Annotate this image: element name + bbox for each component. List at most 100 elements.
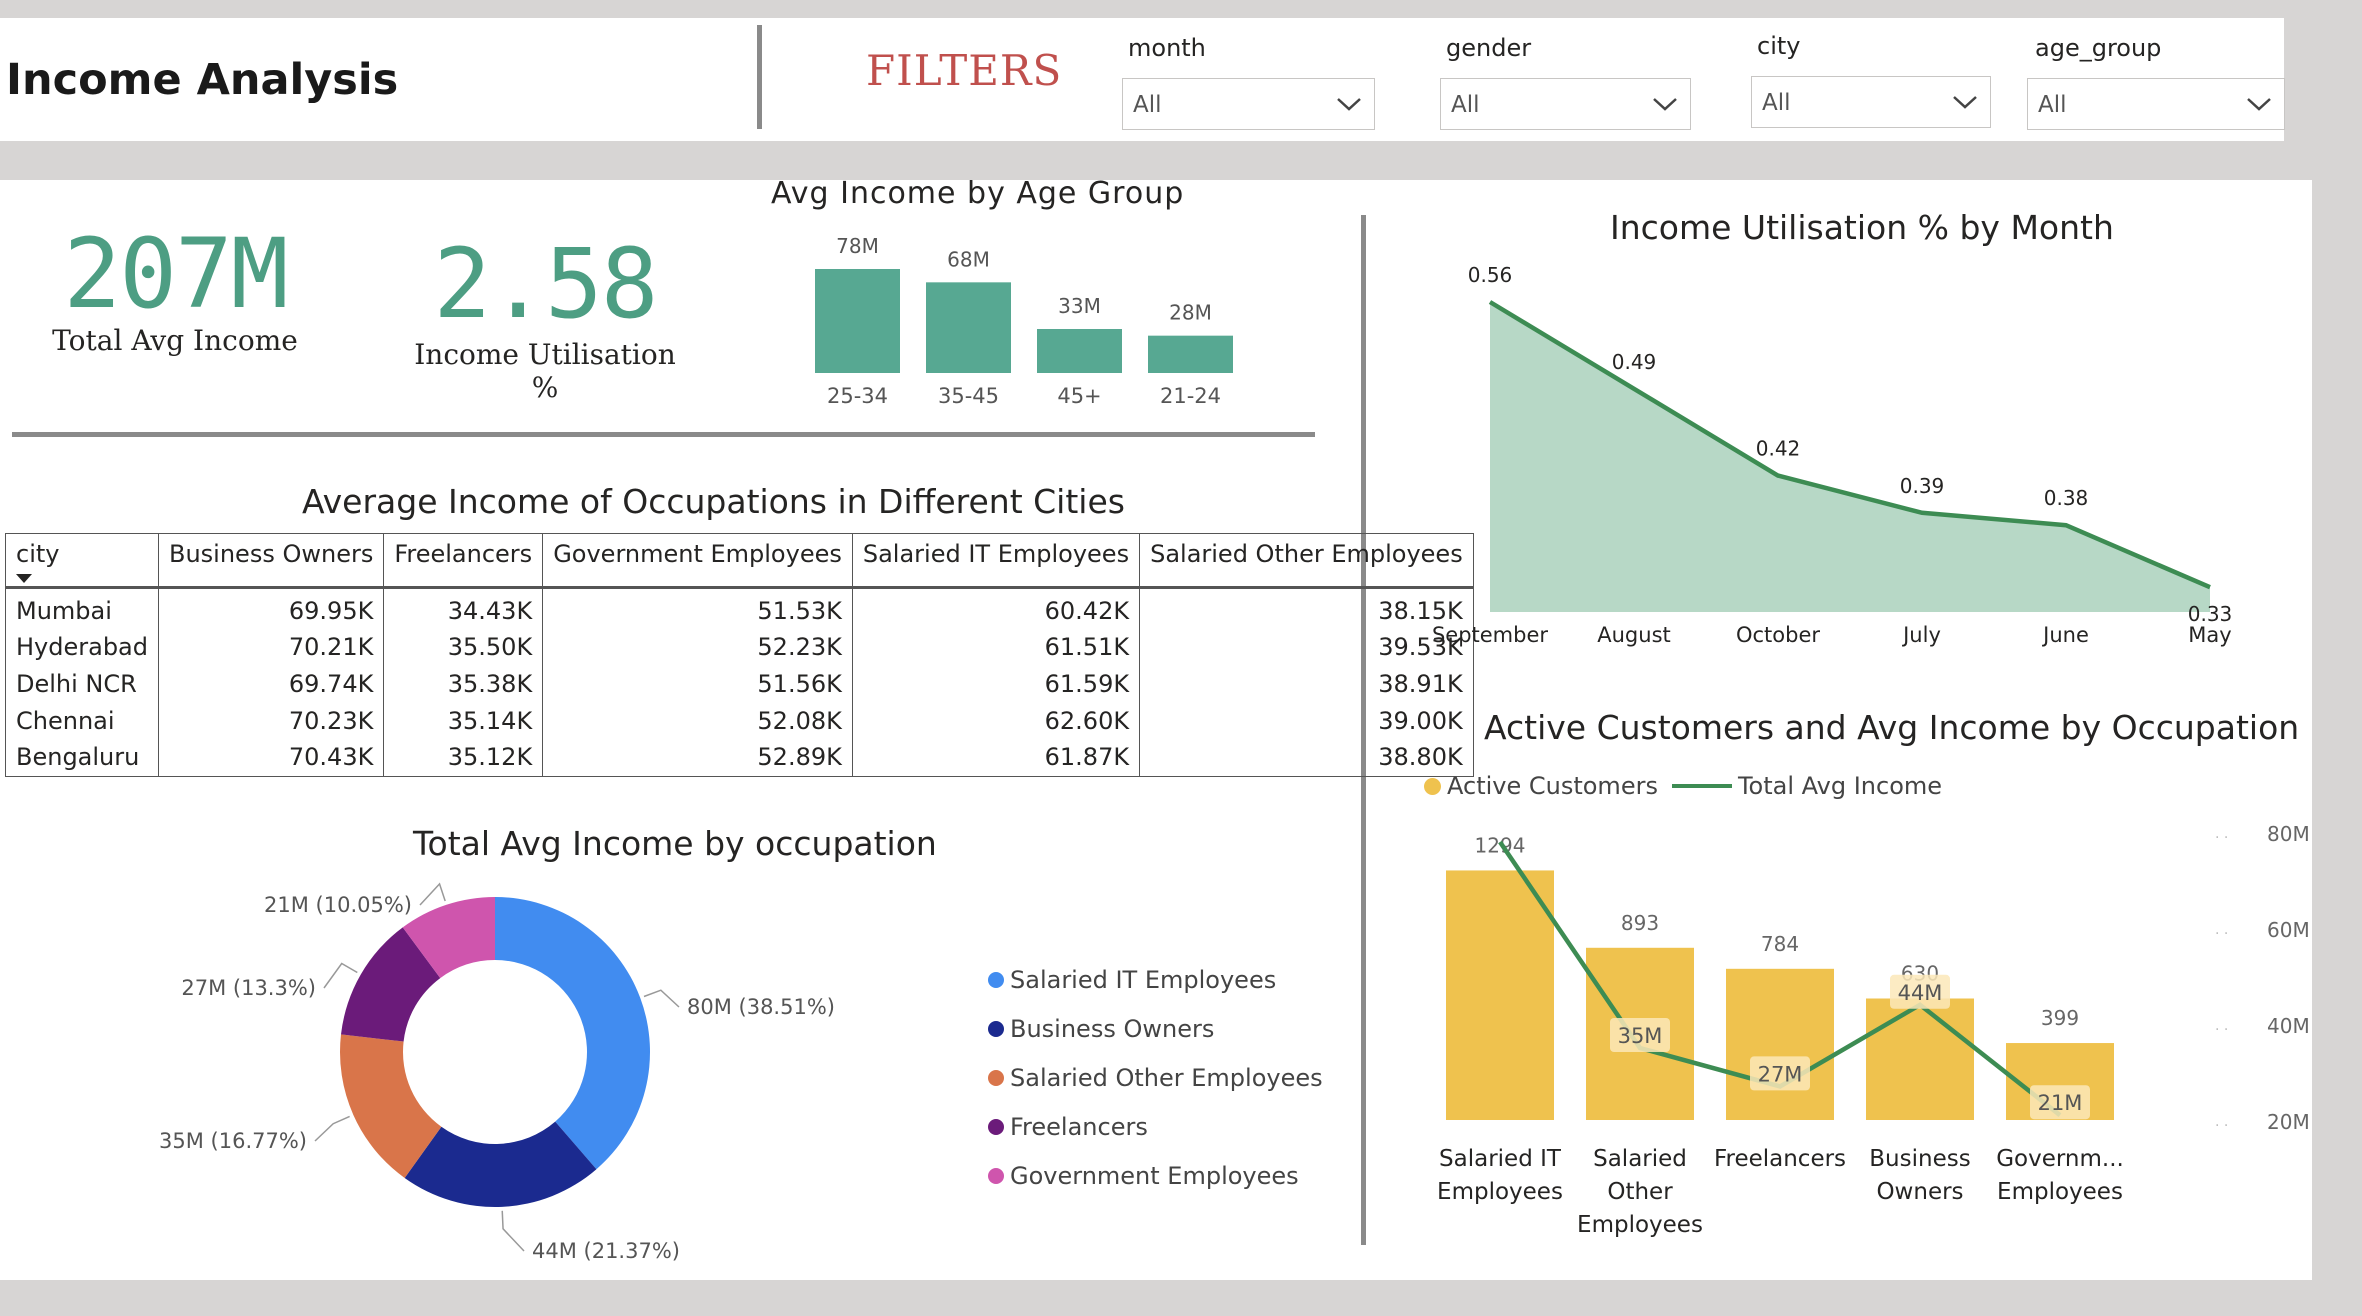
page-title: Income Analysis <box>6 55 399 105</box>
legend-item[interactable]: Active Customers <box>1424 772 1658 800</box>
matrix-col-header[interactable]: Government Employees <box>542 533 853 588</box>
matrix-col-header[interactable]: Business Owners <box>157 533 385 588</box>
area-chart-title: Income Utilisation % by Month <box>1610 208 2114 247</box>
donut-leader-line <box>501 1210 525 1252</box>
age-bar-label: 78M <box>836 234 879 258</box>
kpi-total-avg-income-value: 207M <box>63 218 288 330</box>
area-category-label: June <box>2041 623 2089 647</box>
legend-item[interactable]: Government Employees <box>988 1162 1323 1190</box>
combo-category-label: Employees <box>1997 1179 2123 1205</box>
customers-bar[interactable] <box>1726 968 1834 1120</box>
combo-category-label: Governm... <box>1996 1146 2124 1172</box>
table-row[interactable]: Hyderabad 70.21K 35.50K 52.23K 61.51K 39… <box>5 628 1474 665</box>
age-bar[interactable] <box>1037 329 1122 373</box>
legend-dot <box>1424 777 1441 795</box>
matrix-cell: 70.43K <box>157 739 385 777</box>
legend-label: Freelancers <box>1010 1113 1148 1141</box>
combo-category-label: Salaried <box>1593 1146 1687 1172</box>
donut-slice[interactable] <box>495 897 650 1170</box>
donut-title: Total Avg Income by occupation <box>413 824 937 863</box>
matrix-cell: 62.60K <box>851 702 1141 739</box>
table-row[interactable]: Bengaluru 70.43K 35.12K 52.89K 61.87K 38… <box>5 739 1474 777</box>
kpi-income-utilisation[interactable]: 2.58 Income Utilisation % <box>400 228 690 404</box>
combo-category-label: Freelancers <box>1714 1146 1846 1172</box>
age-group-bar-chart[interactable]: 78M 25-34 68M 35-45 33M 45+ 28M 21-24 <box>780 220 1260 420</box>
area-data-label: 0.38 <box>2044 486 2089 510</box>
legend-item[interactable]: Freelancers <box>988 1113 1323 1141</box>
matrix-cell: 61.59K <box>851 665 1141 702</box>
matrix-col-header[interactable]: Salaried IT Employees <box>851 533 1141 588</box>
kpi-income-utilisation-value: 2.58 <box>433 228 658 340</box>
customers-bar[interactable] <box>1446 870 1554 1120</box>
y2-tick-label: 20M <box>2267 1110 2310 1134</box>
y2-tick-dots: . . <box>2215 1018 2228 1034</box>
matrix-title: Average Income of Occupations in Differe… <box>302 482 1125 521</box>
age-bar[interactable] <box>1148 335 1233 373</box>
legend-item[interactable]: Salaried IT Employees <box>988 966 1323 994</box>
legend-label: Salaried Other Employees <box>1010 1064 1323 1092</box>
table-row[interactable]: Delhi NCR 69.74K 35.38K 51.56K 61.59K 38… <box>5 665 1474 702</box>
age-bar-label: 33M <box>1058 294 1101 318</box>
legend-label: Salaried IT Employees <box>1010 966 1277 994</box>
legend-item[interactable]: Business Owners <box>988 1015 1323 1043</box>
utilisation-area-chart[interactable]: 0.56 September 0.49 August 0.42 October 0.39 Ju… <box>1410 260 2290 660</box>
income-matrix-table: city Business Owners Freelancers Governm… <box>5 533 1474 777</box>
occupation-donut-chart[interactable]: 80M (38.51%) 44M (21.37%) 35M (16.77%) 27M … <box>150 880 850 1280</box>
matrix-cell: 70.21K <box>157 628 385 665</box>
matrix-cell: 38.91K <box>1139 665 1474 702</box>
age-bar[interactable] <box>926 282 1011 373</box>
avg-income-data-label: 21M <box>2038 1091 2083 1115</box>
combo-chart-title: Active Customers and Avg Income by Occup… <box>1484 708 2300 747</box>
legend-item[interactable]: Total Avg Income <box>1671 772 1942 800</box>
legend-dot <box>988 1119 1004 1135</box>
kpi-income-utilisation-label: Income Utilisation % <box>414 338 676 404</box>
matrix-cell: 38.80K <box>1139 739 1474 777</box>
table-row[interactable]: Chennai 70.23K 35.14K 52.08K 62.60K 39.0… <box>5 702 1474 739</box>
slicer-label-city: city <box>1757 32 1801 60</box>
matrix-cell: 61.87K <box>851 739 1141 777</box>
section-divider-horizontal <box>12 432 1315 437</box>
donut-data-label: 44M (21.37%) <box>532 1239 680 1263</box>
avg-income-data-label: 44M <box>1898 981 1943 1005</box>
age-category-label: 25-34 <box>827 384 888 408</box>
combo-category-label: Employees <box>1437 1179 1563 1205</box>
customers-bar-label: 893 <box>1621 911 1659 935</box>
matrix-col-header[interactable]: city <box>5 533 159 588</box>
age-category-label: 21-24 <box>1160 384 1221 408</box>
matrix-cell: 70.23K <box>157 702 385 739</box>
area-fill <box>1490 302 2210 612</box>
slicer-label-age-group: age_group <box>2035 34 2162 62</box>
matrix-cell: 52.08K <box>542 702 853 739</box>
chevron-down-icon <box>1337 98 1361 111</box>
legend-item[interactable]: Salaried Other Employees <box>988 1064 1323 1092</box>
legend-dot <box>988 1070 1004 1086</box>
age-bar[interactable] <box>815 269 900 373</box>
table-row[interactable]: Mumbai 69.95K 34.43K 51.53K 60.42K 38.15… <box>5 587 1474 628</box>
income-matrix[interactable]: city Business Owners Freelancers Governm… <box>5 533 1474 777</box>
matrix-col-header[interactable]: Freelancers <box>383 533 544 588</box>
gender-slicer-dropdown[interactable]: All <box>1440 78 1691 130</box>
donut-data-label: 80M (38.51%) <box>687 995 835 1019</box>
combo-category-label: Other <box>1607 1179 1673 1205</box>
age-category-label: 45+ <box>1057 384 1101 408</box>
kpi-total-avg-income[interactable]: 207M Total Avg Income <box>20 218 330 357</box>
y2-tick-dots: . . <box>2215 1114 2228 1130</box>
customers-bar[interactable] <box>1866 998 1974 1121</box>
matrix-cell: 69.95K <box>157 587 385 628</box>
combo-category-label: Owners <box>1876 1179 1963 1205</box>
age-bar-label: 28M <box>1169 301 1212 325</box>
donut-data-label: 21M (10.05%) <box>264 893 412 917</box>
city-slicer-dropdown[interactable]: All <box>1751 76 1991 128</box>
month-slicer-dropdown[interactable]: All <box>1122 78 1375 130</box>
area-data-label: 0.56 <box>1468 263 1513 287</box>
combo-category-label: Business <box>1869 1146 1970 1172</box>
occupation-combo-chart[interactable]: 80M. .60M. .40M. .20M. .1294Salaried ITE… <box>1420 800 2310 1250</box>
age-bar-label: 68M <box>947 247 990 271</box>
matrix-cell: 52.89K <box>542 739 853 777</box>
legend-label: Active Customers <box>1447 772 1658 800</box>
month-slicer-value: All <box>1133 92 1162 118</box>
matrix-cell: 35.50K <box>383 628 544 665</box>
area-data-label: 0.42 <box>1756 437 1801 461</box>
donut-data-label: 35M (16.77%) <box>159 1129 307 1153</box>
age-group-slicer-dropdown[interactable]: All <box>2027 78 2285 130</box>
